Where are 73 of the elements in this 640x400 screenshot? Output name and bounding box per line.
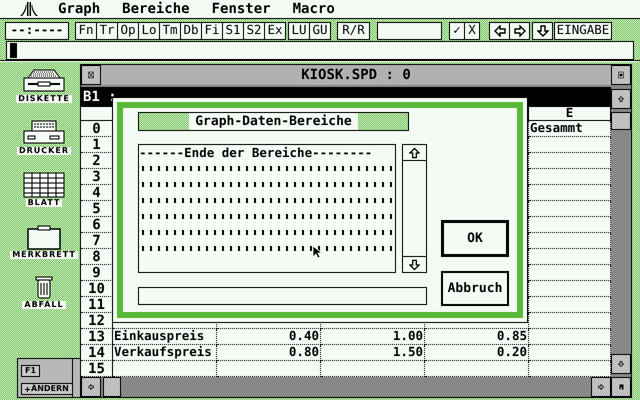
input-field[interactable] [138, 287, 427, 305]
right-arrow-icon [598, 381, 604, 393]
plus-icon [25, 386, 30, 392]
scroll-up-button[interactable] [611, 89, 631, 109]
down-arrow-button[interactable] [532, 22, 553, 40]
dialog-button[interactable]: Abbruch [441, 271, 509, 306]
range-button[interactable]: GU [309, 22, 331, 40]
scroll-up-button[interactable] [403, 145, 426, 161]
icon-label[interactable]: DISKETTE [16, 95, 72, 103]
time-display: --:---- [5, 22, 69, 40]
dialog-button[interactable]: OK [441, 220, 509, 257]
text-field[interactable] [377, 22, 442, 40]
mode-button[interactable]: R/R [337, 22, 370, 40]
table-cell: 0.80 [217, 345, 321, 361]
function-button[interactable]: Tm [159, 22, 181, 40]
table-cell: 0.85 [425, 329, 529, 345]
function-button[interactable]: Fi [201, 22, 223, 40]
list-box[interactable]: ------Ende der Bereiche-------- [138, 144, 396, 273]
scroll-thumb[interactable] [611, 112, 631, 130]
confirm-button[interactable]: ✓ [449, 22, 465, 40]
table-cell: 1.50 [321, 345, 425, 361]
function-button[interactable]: Fn [75, 22, 97, 40]
list-header: ------Ende der Bereiche-------- [139, 147, 374, 160]
size-button[interactable] [611, 377, 631, 397]
down-arrow-icon [409, 258, 420, 270]
function-button[interactable]: Ex [264, 22, 286, 40]
window-title: KIOSK.SPD : 0 [300, 66, 412, 85]
scroll-down-button[interactable] [611, 354, 631, 374]
table-cell: Verkaufspreis [113, 345, 217, 361]
menu-item[interactable]: Macro [292, 2, 335, 16]
scroll-left-button[interactable] [81, 377, 101, 397]
left-arrow-icon [88, 381, 94, 393]
icon-label[interactable]: BLATT [26, 199, 62, 207]
table-cell: Einkauspreis [113, 329, 217, 345]
table-cell: 0.20 [425, 345, 529, 361]
right-arrow-button[interactable] [509, 22, 530, 40]
menu-item[interactable]: Graph [58, 2, 100, 16]
fuller-icon [618, 69, 624, 81]
range-button[interactable]: LU [288, 22, 310, 40]
left-arrow-icon [494, 24, 506, 36]
icon-label[interactable]: ABFALL [22, 301, 66, 309]
scroll-down-button[interactable] [403, 256, 426, 272]
function-button[interactable]: Op [117, 22, 139, 40]
close-icon [88, 69, 94, 81]
menu-item[interactable]: Fenster [212, 2, 271, 16]
row-number: 14 [81, 345, 113, 361]
table-cell: 1.00 [321, 329, 425, 345]
right-arrow-icon [514, 24, 526, 36]
icon-label[interactable]: MERKBRETT [10, 251, 78, 259]
text-cursor [10, 43, 17, 58]
table-cell: 0.40 [217, 329, 321, 345]
left-arrow-button[interactable] [489, 22, 510, 40]
close-button[interactable] [81, 65, 101, 85]
row-number: 13 [81, 329, 113, 345]
atari-logo-icon [20, 2, 38, 16]
scroll-thumb[interactable] [103, 377, 121, 397]
function-key[interactable]: F1 [21, 365, 40, 377]
input-button[interactable]: EINGABE [554, 22, 612, 40]
scroll-right-button[interactable] [591, 377, 611, 397]
function-button[interactable]: Db [180, 22, 202, 40]
function-button[interactable]: Lo [138, 22, 160, 40]
action-key[interactable]: ÄNDERN [21, 383, 73, 395]
icon-label[interactable]: DRUCKER [17, 147, 71, 155]
dialog-title: Graph-Daten-Bereiche [189, 113, 358, 130]
menu-item[interactable]: Bereiche [122, 2, 190, 16]
function-button[interactable]: Tr [96, 22, 118, 40]
function-button[interactable]: S2 [243, 22, 265, 40]
up-arrow-icon [409, 146, 420, 158]
mouse-pointer-icon [312, 245, 322, 259]
down-arrow-icon [536, 24, 548, 36]
fuller-button[interactable] [611, 65, 631, 85]
confirm-button[interactable]: X [464, 22, 480, 40]
function-button[interactable]: S1 [222, 22, 244, 40]
